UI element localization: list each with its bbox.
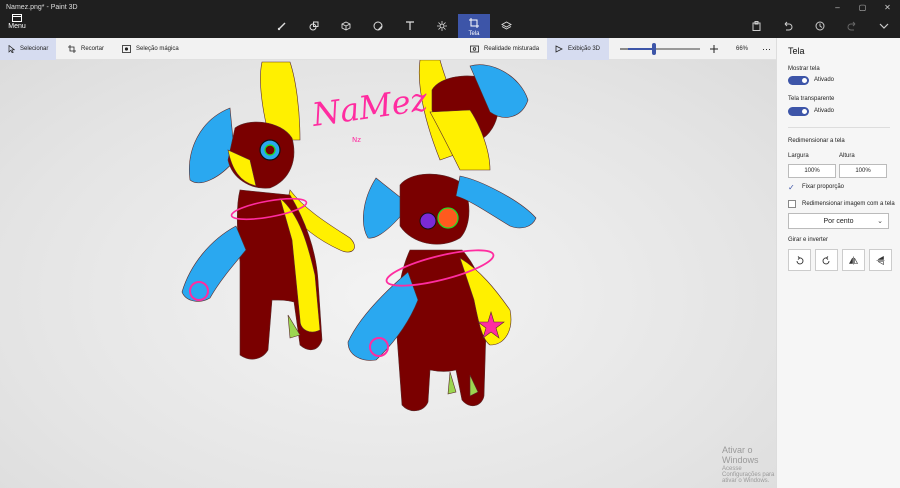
sticker-icon bbox=[373, 21, 383, 31]
lock-ratio-label: Fixar proporção bbox=[802, 184, 845, 190]
height-field[interactable]: 100% bbox=[839, 164, 887, 178]
redo-button[interactable] bbox=[840, 16, 864, 36]
artwork-image: NaMez Nz bbox=[181, 60, 537, 411]
cube-icon bbox=[341, 21, 351, 31]
minimize-button[interactable]: – bbox=[825, 0, 850, 14]
canvas-tool[interactable]: Tela bbox=[458, 14, 490, 38]
flip-vertical-button[interactable] bbox=[869, 249, 892, 271]
window-controls: – ▢ ✕ bbox=[825, 0, 900, 14]
brushes-tool[interactable] bbox=[266, 14, 298, 38]
effects-icon bbox=[437, 21, 447, 31]
canvas-panel: Tela Mostrar tela Ativado Tela transpare… bbox=[776, 38, 900, 488]
rotate-flip-buttons bbox=[788, 249, 892, 271]
library-icon bbox=[500, 21, 512, 30]
signature-subtext: Nz bbox=[352, 136, 361, 144]
select-label: Selecionar bbox=[20, 46, 49, 52]
transparent-canvas-toggle[interactable] bbox=[788, 107, 809, 116]
width-label: Largura bbox=[788, 153, 809, 159]
show-canvas-toggle[interactable] bbox=[788, 76, 809, 85]
panel-divider bbox=[788, 127, 890, 128]
text-icon bbox=[406, 21, 414, 30]
cursor-icon bbox=[8, 45, 15, 53]
brush-icon bbox=[277, 22, 286, 31]
menu-button[interactable]: Menu bbox=[0, 14, 34, 36]
magic-select-button[interactable]: Seleção mágica bbox=[114, 38, 187, 60]
mixed-reality-button[interactable]: Realidade misturada bbox=[462, 38, 547, 60]
show-canvas-state: Ativado bbox=[814, 77, 835, 83]
activation-watermark: Ativar o Windows Acesse Configurações pa… bbox=[722, 445, 776, 484]
menu-label: Menu bbox=[8, 23, 26, 30]
library-3d-tool[interactable] bbox=[490, 14, 522, 38]
minus-icon bbox=[620, 48, 628, 50]
maximize-button[interactable]: ▢ bbox=[850, 0, 875, 14]
history-icon bbox=[815, 21, 825, 31]
stickers-tool[interactable] bbox=[362, 14, 394, 38]
watermark-line2: Acesse Configurações para ativar o Windo… bbox=[722, 466, 775, 484]
flip-horizontal-icon bbox=[849, 256, 858, 264]
width-field[interactable]: 100% bbox=[788, 164, 836, 178]
crop-button[interactable]: Recortar bbox=[60, 38, 112, 60]
zoom-slider-fill bbox=[628, 48, 654, 50]
transparent-canvas-state: Ativado bbox=[814, 108, 835, 114]
chevron-down-icon bbox=[879, 23, 889, 29]
canvas-toolbar: Selecionar Recortar Seleção mágica Reali… bbox=[0, 38, 776, 60]
main-toolbar: Tela bbox=[266, 14, 522, 38]
rotate-right-button[interactable] bbox=[815, 249, 838, 271]
rotate-left-button[interactable] bbox=[788, 249, 811, 271]
paste-icon bbox=[752, 21, 760, 31]
resize-canvas-label: Redimensionar a tela bbox=[788, 138, 845, 144]
title-bar: Namez.png* - Paint 3D Menu Tela – ▢ ✕ bbox=[0, 0, 900, 38]
crop-label: Recortar bbox=[81, 46, 105, 52]
rotate-flip-label: Girar e inverter bbox=[788, 237, 829, 243]
history-button[interactable] bbox=[808, 16, 832, 36]
window-title: Namez.png* - Paint 3D bbox=[6, 4, 78, 11]
resize-image-checkbox[interactable] bbox=[788, 200, 796, 208]
expand-button[interactable] bbox=[872, 16, 896, 36]
folder-icon bbox=[12, 14, 22, 22]
magic-select-label: Seleção mágica bbox=[136, 46, 179, 52]
mixed-reality-label: Realidade misturada bbox=[484, 46, 540, 52]
transparent-canvas-label: Tela transparente bbox=[788, 96, 835, 102]
canvas-icon bbox=[469, 18, 479, 28]
undo-button[interactable] bbox=[776, 16, 800, 36]
canvas-tool-label: Tela bbox=[468, 31, 480, 37]
flip-horizontal-button[interactable] bbox=[842, 249, 865, 271]
zoom-slider-thumb[interactable] bbox=[651, 43, 656, 55]
drawing-canvas[interactable]: NaMez Nz Ativar o Windows Acesse Configu… bbox=[0, 60, 776, 488]
shapes-3d-tool[interactable] bbox=[330, 14, 362, 38]
crop-icon bbox=[68, 45, 76, 53]
rotate-left-icon bbox=[796, 255, 804, 264]
watermark-line1: Ativar o Windows bbox=[722, 445, 759, 465]
close-button[interactable]: ✕ bbox=[875, 0, 900, 14]
unit-value: Por cento bbox=[823, 217, 854, 225]
show-canvas-label: Mostrar tela bbox=[788, 66, 820, 72]
flip-vertical-icon bbox=[876, 255, 885, 265]
view-3d-label: Exibição 3D bbox=[568, 46, 601, 52]
shapes-2d-tool[interactable] bbox=[298, 14, 330, 38]
panel-title: Tela bbox=[788, 46, 805, 56]
paste-button[interactable] bbox=[744, 16, 768, 36]
redo-icon bbox=[847, 21, 856, 31]
view-3d-button[interactable]: Exibição 3D bbox=[547, 38, 609, 60]
chevron-down-icon: ⌄ bbox=[877, 218, 883, 225]
plus-icon bbox=[710, 45, 718, 53]
resize-image-label: Redimensionar imagem com a tela bbox=[802, 201, 895, 207]
effects-tool[interactable] bbox=[426, 14, 458, 38]
unit-dropdown[interactable]: Por cento ⌄ bbox=[788, 213, 889, 229]
zoom-value: 66% bbox=[736, 46, 749, 52]
action-buttons bbox=[744, 16, 896, 36]
rotate-right-icon bbox=[822, 255, 830, 264]
height-label: Altura bbox=[839, 153, 855, 159]
more-icon: ⋯ bbox=[762, 43, 771, 54]
text-tool[interactable] bbox=[394, 14, 426, 38]
shapes-2d-icon bbox=[309, 21, 319, 31]
signature-text: NaMez bbox=[309, 80, 431, 134]
lock-ratio-checkbox[interactable]: ✓ bbox=[788, 184, 796, 192]
magic-select-icon bbox=[122, 45, 131, 53]
view-3d-icon bbox=[555, 45, 563, 53]
select-button[interactable]: Selecionar bbox=[0, 38, 57, 60]
undo-icon bbox=[784, 21, 793, 31]
mixed-reality-icon bbox=[470, 45, 479, 53]
zoom-in-button[interactable] bbox=[702, 38, 726, 60]
